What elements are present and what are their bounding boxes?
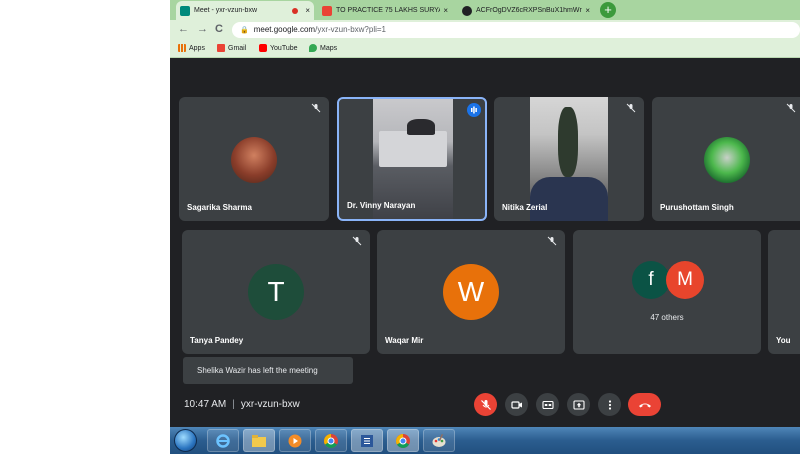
participant-tile-purushottam[interactable]: Purushottam Singh xyxy=(652,97,800,221)
participant-name: Dr. Vinny Narayan xyxy=(347,201,416,210)
mic-off-icon xyxy=(547,236,557,246)
participant-initial: M xyxy=(666,261,704,299)
bookmark-youtube[interactable]: YouTube xyxy=(259,44,298,52)
hangup-icon xyxy=(638,403,651,407)
gmail-icon xyxy=(217,44,225,52)
url-path: /yxr-vzun-bxw?pli=1 xyxy=(315,25,387,34)
participant-initial: T xyxy=(248,264,304,320)
taskbar-internet-explorer[interactable] xyxy=(207,429,239,452)
participant-initial: W xyxy=(443,264,499,320)
apps-grid-icon xyxy=(178,44,186,52)
bookmark-label: Maps xyxy=(320,44,338,52)
chrome-icon xyxy=(324,433,338,448)
captions-button[interactable] xyxy=(536,393,559,416)
meeting-code[interactable]: yxr-vzun-bxw xyxy=(241,399,300,410)
meeting-time: 10:47 AM xyxy=(184,399,227,410)
participant-tile-vinny[interactable]: Dr. Vinny Narayan xyxy=(337,97,487,221)
participant-name: Sagarika Sharma xyxy=(187,203,252,212)
reload-icon[interactable]: C xyxy=(215,23,223,35)
tab-close-icon[interactable]: × xyxy=(585,6,590,15)
recording-dot-icon xyxy=(292,7,299,14)
mic-off-icon xyxy=(626,103,636,113)
participant-photo xyxy=(704,137,750,183)
word-icon xyxy=(361,434,373,447)
taskbar-media-player[interactable] xyxy=(279,429,311,452)
tab-practice[interactable]: TO PRACTICE 75 LAKHS SURYA N × xyxy=(318,1,452,20)
participant-name: Nitika Zerial xyxy=(502,203,548,212)
document-favicon-icon xyxy=(462,5,472,16)
tab-document[interactable]: ACFrOgDVZ6cRXPSnBuX1hmWn × xyxy=(458,1,594,20)
participant-tile-sagarika[interactable]: Sagarika Sharma xyxy=(179,97,329,221)
maps-pin-icon xyxy=(309,44,317,52)
mic-off-icon xyxy=(311,103,321,113)
bookmark-maps[interactable]: Maps xyxy=(309,44,337,52)
participant-initial: f xyxy=(632,261,670,299)
participant-tile-waqar[interactable]: W Waqar Mir xyxy=(377,230,565,354)
participant-name: You xyxy=(776,336,791,345)
separator: | xyxy=(232,399,235,410)
tab-strip: Meet - yxr-vzun-bxw × TO PRACTICE 75 LAK… xyxy=(170,0,800,20)
others-count-label: 47 others xyxy=(650,313,684,322)
internet-explorer-icon xyxy=(216,433,230,448)
address-bar[interactable]: 🔒 meet.google.com/yxr-vzun-bxw?pli=1 xyxy=(232,22,800,38)
taskbar-word[interactable] xyxy=(351,429,383,452)
bookmark-apps[interactable]: Apps xyxy=(178,44,205,52)
taskbar-chrome[interactable] xyxy=(315,429,347,452)
participant-name: Waqar Mir xyxy=(385,336,424,345)
participant-tile-tanya[interactable]: T Tanya Pandey xyxy=(182,230,370,354)
more-vert-icon xyxy=(608,399,611,410)
participant-name: Tanya Pandey xyxy=(190,336,244,345)
mic-off-icon xyxy=(786,103,796,113)
notification-toast: Shelika Wazir has left the meeting xyxy=(183,357,353,384)
tab-title: Meet - yxr-vzun-bxw xyxy=(194,7,258,14)
camera-icon xyxy=(510,400,522,409)
meet-favicon-icon xyxy=(180,5,190,16)
participant-tile-others[interactable]: f M 47 others xyxy=(573,230,761,354)
bookmark-label: Gmail xyxy=(228,44,247,52)
tab-meet[interactable]: Meet - yxr-vzun-bxw × xyxy=(176,1,314,20)
tab-close-icon[interactable]: × xyxy=(443,6,448,15)
participant-photo xyxy=(231,137,277,183)
leave-call-button[interactable] xyxy=(628,393,661,416)
tab-title: ACFrOgDVZ6cRXPSnBuX1hmWn xyxy=(476,7,583,14)
youtube-icon xyxy=(259,44,267,52)
mic-off-icon xyxy=(480,399,491,410)
mic-off-button[interactable] xyxy=(474,393,497,416)
tab-close-icon[interactable]: × xyxy=(305,6,310,15)
taskbar-chrome-active[interactable] xyxy=(387,429,419,452)
start-button[interactable] xyxy=(174,429,197,452)
more-options-button[interactable] xyxy=(598,393,621,416)
media-player-icon xyxy=(288,434,302,447)
captions-icon xyxy=(541,400,554,409)
bookmark-label: Apps xyxy=(189,44,205,52)
paint-icon xyxy=(432,433,446,447)
gmail-favicon-icon xyxy=(322,5,332,16)
participant-name: Purushottam Singh xyxy=(660,203,734,212)
participant-tile-you[interactable]: You xyxy=(768,230,800,354)
present-button[interactable] xyxy=(567,393,590,416)
bookmark-gmail[interactable]: Gmail xyxy=(217,44,246,52)
browser-toolbar: ← → C 🔒 meet.google.com/yxr-vzun-bxw?pli=… xyxy=(170,20,800,40)
url-host: meet.google.com xyxy=(253,25,316,34)
meeting-details: 10:47 AM | yxr-vzun-bxw xyxy=(184,399,300,410)
screen: Meet - yxr-vzun-bxw × TO PRACTICE 75 LAK… xyxy=(170,0,800,454)
participant-tile-nitika[interactable]: Nitika Zerial xyxy=(494,97,644,221)
present-icon xyxy=(572,399,585,410)
camera-button[interactable] xyxy=(505,393,528,416)
back-icon[interactable]: ← xyxy=(178,23,189,35)
taskbar-paint[interactable] xyxy=(423,429,455,452)
bookmark-label: YouTube xyxy=(270,44,298,52)
taskbar-file-explorer[interactable] xyxy=(243,429,275,452)
windows-taskbar xyxy=(170,427,800,454)
chrome-active-icon xyxy=(396,433,410,448)
file-explorer-icon xyxy=(252,434,266,447)
tab-title: TO PRACTICE 75 LAKHS SURYA N xyxy=(336,7,441,14)
new-tab-button[interactable]: + xyxy=(600,2,616,18)
forward-icon[interactable]: → xyxy=(197,23,208,35)
speaking-indicator-icon xyxy=(467,103,481,117)
mic-off-icon xyxy=(352,236,362,246)
lock-icon: 🔒 xyxy=(240,27,249,34)
bookmarks-bar: Apps Gmail YouTube Maps xyxy=(170,40,800,58)
